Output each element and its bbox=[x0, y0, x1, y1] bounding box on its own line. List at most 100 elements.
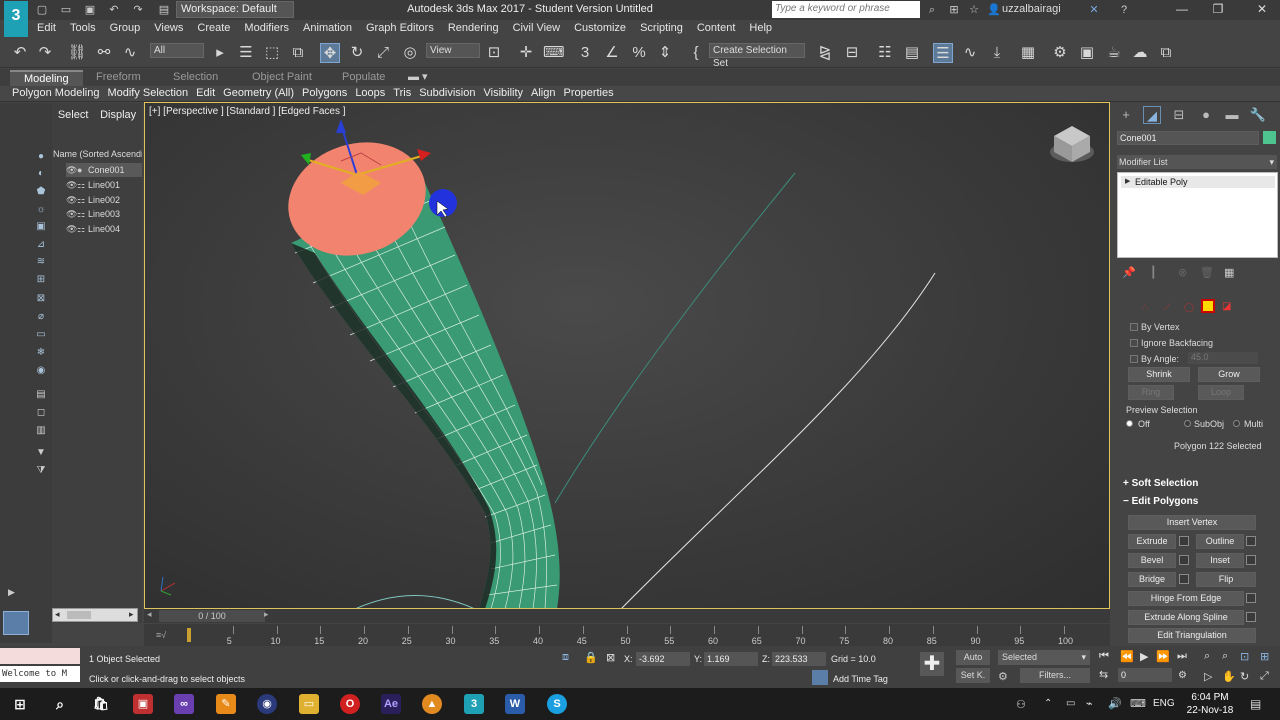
menu-views[interactable]: Views bbox=[147, 20, 190, 37]
previous-frame-icon[interactable]: ⏪ bbox=[1120, 650, 1134, 663]
go-to-end-icon[interactable]: ⏭ bbox=[1177, 650, 1187, 663]
new-file-icon[interactable]: ▢ bbox=[34, 3, 50, 17]
explorer-item[interactable]: 👁● Cone001 bbox=[66, 163, 142, 177]
maximize-icon[interactable]: ❐ bbox=[1208, 2, 1228, 16]
display-all-icon[interactable]: ▤ bbox=[35, 389, 47, 401]
key-filters-icon[interactable]: ⚙ bbox=[998, 670, 1008, 683]
rendered-frame-window-icon[interactable]: ▣ bbox=[1077, 43, 1097, 63]
select-by-name-icon[interactable]: ☰ bbox=[236, 43, 256, 63]
expand-arrow-icon[interactable]: ▶ bbox=[8, 587, 15, 598]
app-logo[interactable]: 3 bbox=[4, 1, 28, 37]
tab-populate[interactable]: Populate bbox=[342, 70, 385, 85]
select-and-move-icon[interactable]: ✥ bbox=[320, 43, 340, 63]
create-tab-icon[interactable]: + bbox=[1117, 106, 1135, 124]
ribbon-options-icon[interactable]: ▬ ▾ bbox=[408, 70, 428, 85]
by-angle-checkbox[interactable] bbox=[1130, 355, 1138, 363]
hierarchy-tab-icon[interactable]: ⊟ bbox=[1170, 106, 1188, 124]
eye-icon[interactable]: 👁 bbox=[66, 163, 77, 177]
keyboard-shortcut-icon[interactable]: ⌨ bbox=[543, 43, 565, 63]
gizmo-x-arrow-icon[interactable] bbox=[417, 149, 431, 161]
scroll-right-icon[interactable]: ▸ bbox=[129, 609, 134, 620]
filter-icon[interactable]: ▼ bbox=[35, 447, 47, 459]
explorer-item[interactable]: 👁⚏ Line003 bbox=[66, 207, 142, 221]
undo-icon[interactable]: ↶ bbox=[10, 43, 30, 63]
tab-object-paint[interactable]: Object Paint bbox=[252, 70, 312, 85]
tray-chevron-icon[interactable]: ⌃ bbox=[1044, 698, 1052, 709]
tab-modeling[interactable]: Modeling bbox=[10, 70, 83, 87]
grow-button[interactable]: Grow bbox=[1198, 367, 1260, 382]
rect-selection-icon[interactable]: ⬚ bbox=[262, 43, 282, 63]
menu-modifiers[interactable]: Modifiers bbox=[237, 20, 296, 37]
hinge-from-edge-button[interactable]: Hinge From Edge bbox=[1128, 591, 1244, 606]
menu-civil-view[interactable]: Civil View bbox=[506, 20, 567, 37]
undo-icon[interactable]: ↶ bbox=[106, 3, 122, 17]
inset-settings-icon[interactable] bbox=[1246, 555, 1256, 565]
edit-named-selection-icon[interactable]: { bbox=[686, 43, 706, 63]
link-icon[interactable]: ⛓ bbox=[67, 43, 87, 63]
auto-key-button[interactable]: Auto bbox=[956, 650, 990, 665]
menu-animation[interactable]: Animation bbox=[296, 20, 359, 37]
ribbon-properties[interactable]: Properties bbox=[559, 86, 617, 101]
pivot-center-icon[interactable]: ⊡ bbox=[484, 43, 504, 63]
make-unique-icon[interactable]: ⊗ bbox=[1178, 266, 1187, 279]
close-icon[interactable]: ✕ bbox=[1252, 2, 1272, 16]
ribbon-align[interactable]: Align bbox=[527, 86, 559, 101]
explorer-select-tab[interactable]: Select bbox=[58, 109, 89, 121]
volume-icon[interactable]: 🔊 bbox=[1108, 697, 1122, 710]
store-icon[interactable]: 🛍 bbox=[91, 694, 111, 714]
file-explorer-icon[interactable]: ▭ bbox=[299, 694, 319, 714]
orbit-icon[interactable]: ↻ bbox=[1240, 670, 1249, 683]
language-indicator[interactable]: ENG bbox=[1153, 698, 1175, 709]
display-children-icon[interactable]: ▥ bbox=[35, 425, 47, 437]
schematic-view-icon[interactable]: ⤓ bbox=[987, 43, 1007, 63]
polygon-mode-icon[interactable] bbox=[1201, 299, 1215, 313]
outline-button[interactable]: Outline bbox=[1196, 534, 1244, 549]
pin-stack-icon[interactable]: 📌 bbox=[1122, 266, 1136, 279]
eye-icon[interactable]: 👁 bbox=[66, 178, 77, 192]
render-cloud-icon[interactable]: ☁ bbox=[1130, 43, 1150, 63]
time-tag-icon[interactable] bbox=[812, 670, 828, 685]
binoculars-icon[interactable]: ⌕ bbox=[924, 3, 940, 17]
time-slider[interactable]: ◂ 0 / 100 ▸ bbox=[144, 609, 1110, 623]
play-icon[interactable]: ▶ bbox=[1140, 650, 1148, 663]
illustrator-icon[interactable]: ✎ bbox=[216, 694, 236, 714]
display-space-warps-icon[interactable]: ≋ bbox=[35, 256, 47, 268]
shrink-button[interactable]: Shrink bbox=[1128, 367, 1190, 382]
menu-create[interactable]: Create bbox=[190, 20, 237, 37]
show-end-result-icon[interactable]: ┃ bbox=[1150, 266, 1157, 279]
display-lights-icon[interactable]: ☼ bbox=[35, 204, 47, 216]
ignore-backfacing-checkbox[interactable] bbox=[1130, 339, 1138, 347]
select-manipulate-icon[interactable]: ✛ bbox=[516, 43, 536, 63]
battery-icon[interactable]: ▭ bbox=[1066, 698, 1075, 709]
unlink-icon[interactable]: ⚯ bbox=[94, 43, 114, 63]
selected-dropdown[interactable]: Selected ▾ bbox=[998, 650, 1090, 665]
ribbon-subdivision[interactable]: Subdivision bbox=[415, 86, 479, 101]
display-none-icon[interactable]: ● bbox=[35, 151, 47, 163]
time-next-icon[interactable]: ▸ bbox=[264, 609, 269, 620]
gizmo-y-arrow-icon[interactable] bbox=[301, 153, 311, 165]
display-hidden-icon[interactable]: ◉ bbox=[35, 365, 47, 377]
menu-content[interactable]: Content bbox=[690, 20, 743, 37]
selection-filter-dropdown[interactable]: All bbox=[150, 43, 204, 58]
add-time-tag[interactable]: Add Time Tag bbox=[833, 674, 888, 684]
minimize-icon[interactable]: — bbox=[1172, 2, 1192, 16]
visual-studio-icon[interactable]: ∞ bbox=[174, 694, 194, 714]
insert-vertex-button[interactable]: Insert Vertex bbox=[1128, 515, 1256, 530]
loop-button[interactable]: Loop bbox=[1198, 385, 1244, 400]
ribbon-edit[interactable]: Edit bbox=[192, 86, 219, 101]
select-and-rotate-icon[interactable]: ↻ bbox=[347, 43, 367, 63]
curve-editor-mini-icon[interactable]: ≡√ bbox=[156, 630, 166, 640]
notifications-icon[interactable]: ▤ bbox=[1250, 697, 1261, 711]
explorer-item[interactable]: 👁⚏ Line004 bbox=[66, 222, 142, 236]
preview-multi-radio[interactable] bbox=[1233, 420, 1240, 427]
bridge-button[interactable]: Bridge bbox=[1128, 572, 1176, 587]
username[interactable]: uzzalbairagi bbox=[1002, 3, 1061, 15]
tab-selection[interactable]: Selection bbox=[173, 70, 218, 85]
edge-mode-icon[interactable]: ⟋ bbox=[1164, 302, 1170, 313]
display-shapes-icon[interactable]: ⬟ bbox=[35, 186, 47, 198]
go-to-start-icon[interactable]: ⏮ bbox=[1099, 650, 1109, 663]
display-groups-icon[interactable]: ⊞ bbox=[35, 274, 47, 286]
extrude-settings-icon[interactable] bbox=[1179, 536, 1189, 546]
select-object-icon[interactable]: ▸ bbox=[210, 43, 230, 63]
tab-freeform[interactable]: Freeform bbox=[96, 70, 141, 85]
